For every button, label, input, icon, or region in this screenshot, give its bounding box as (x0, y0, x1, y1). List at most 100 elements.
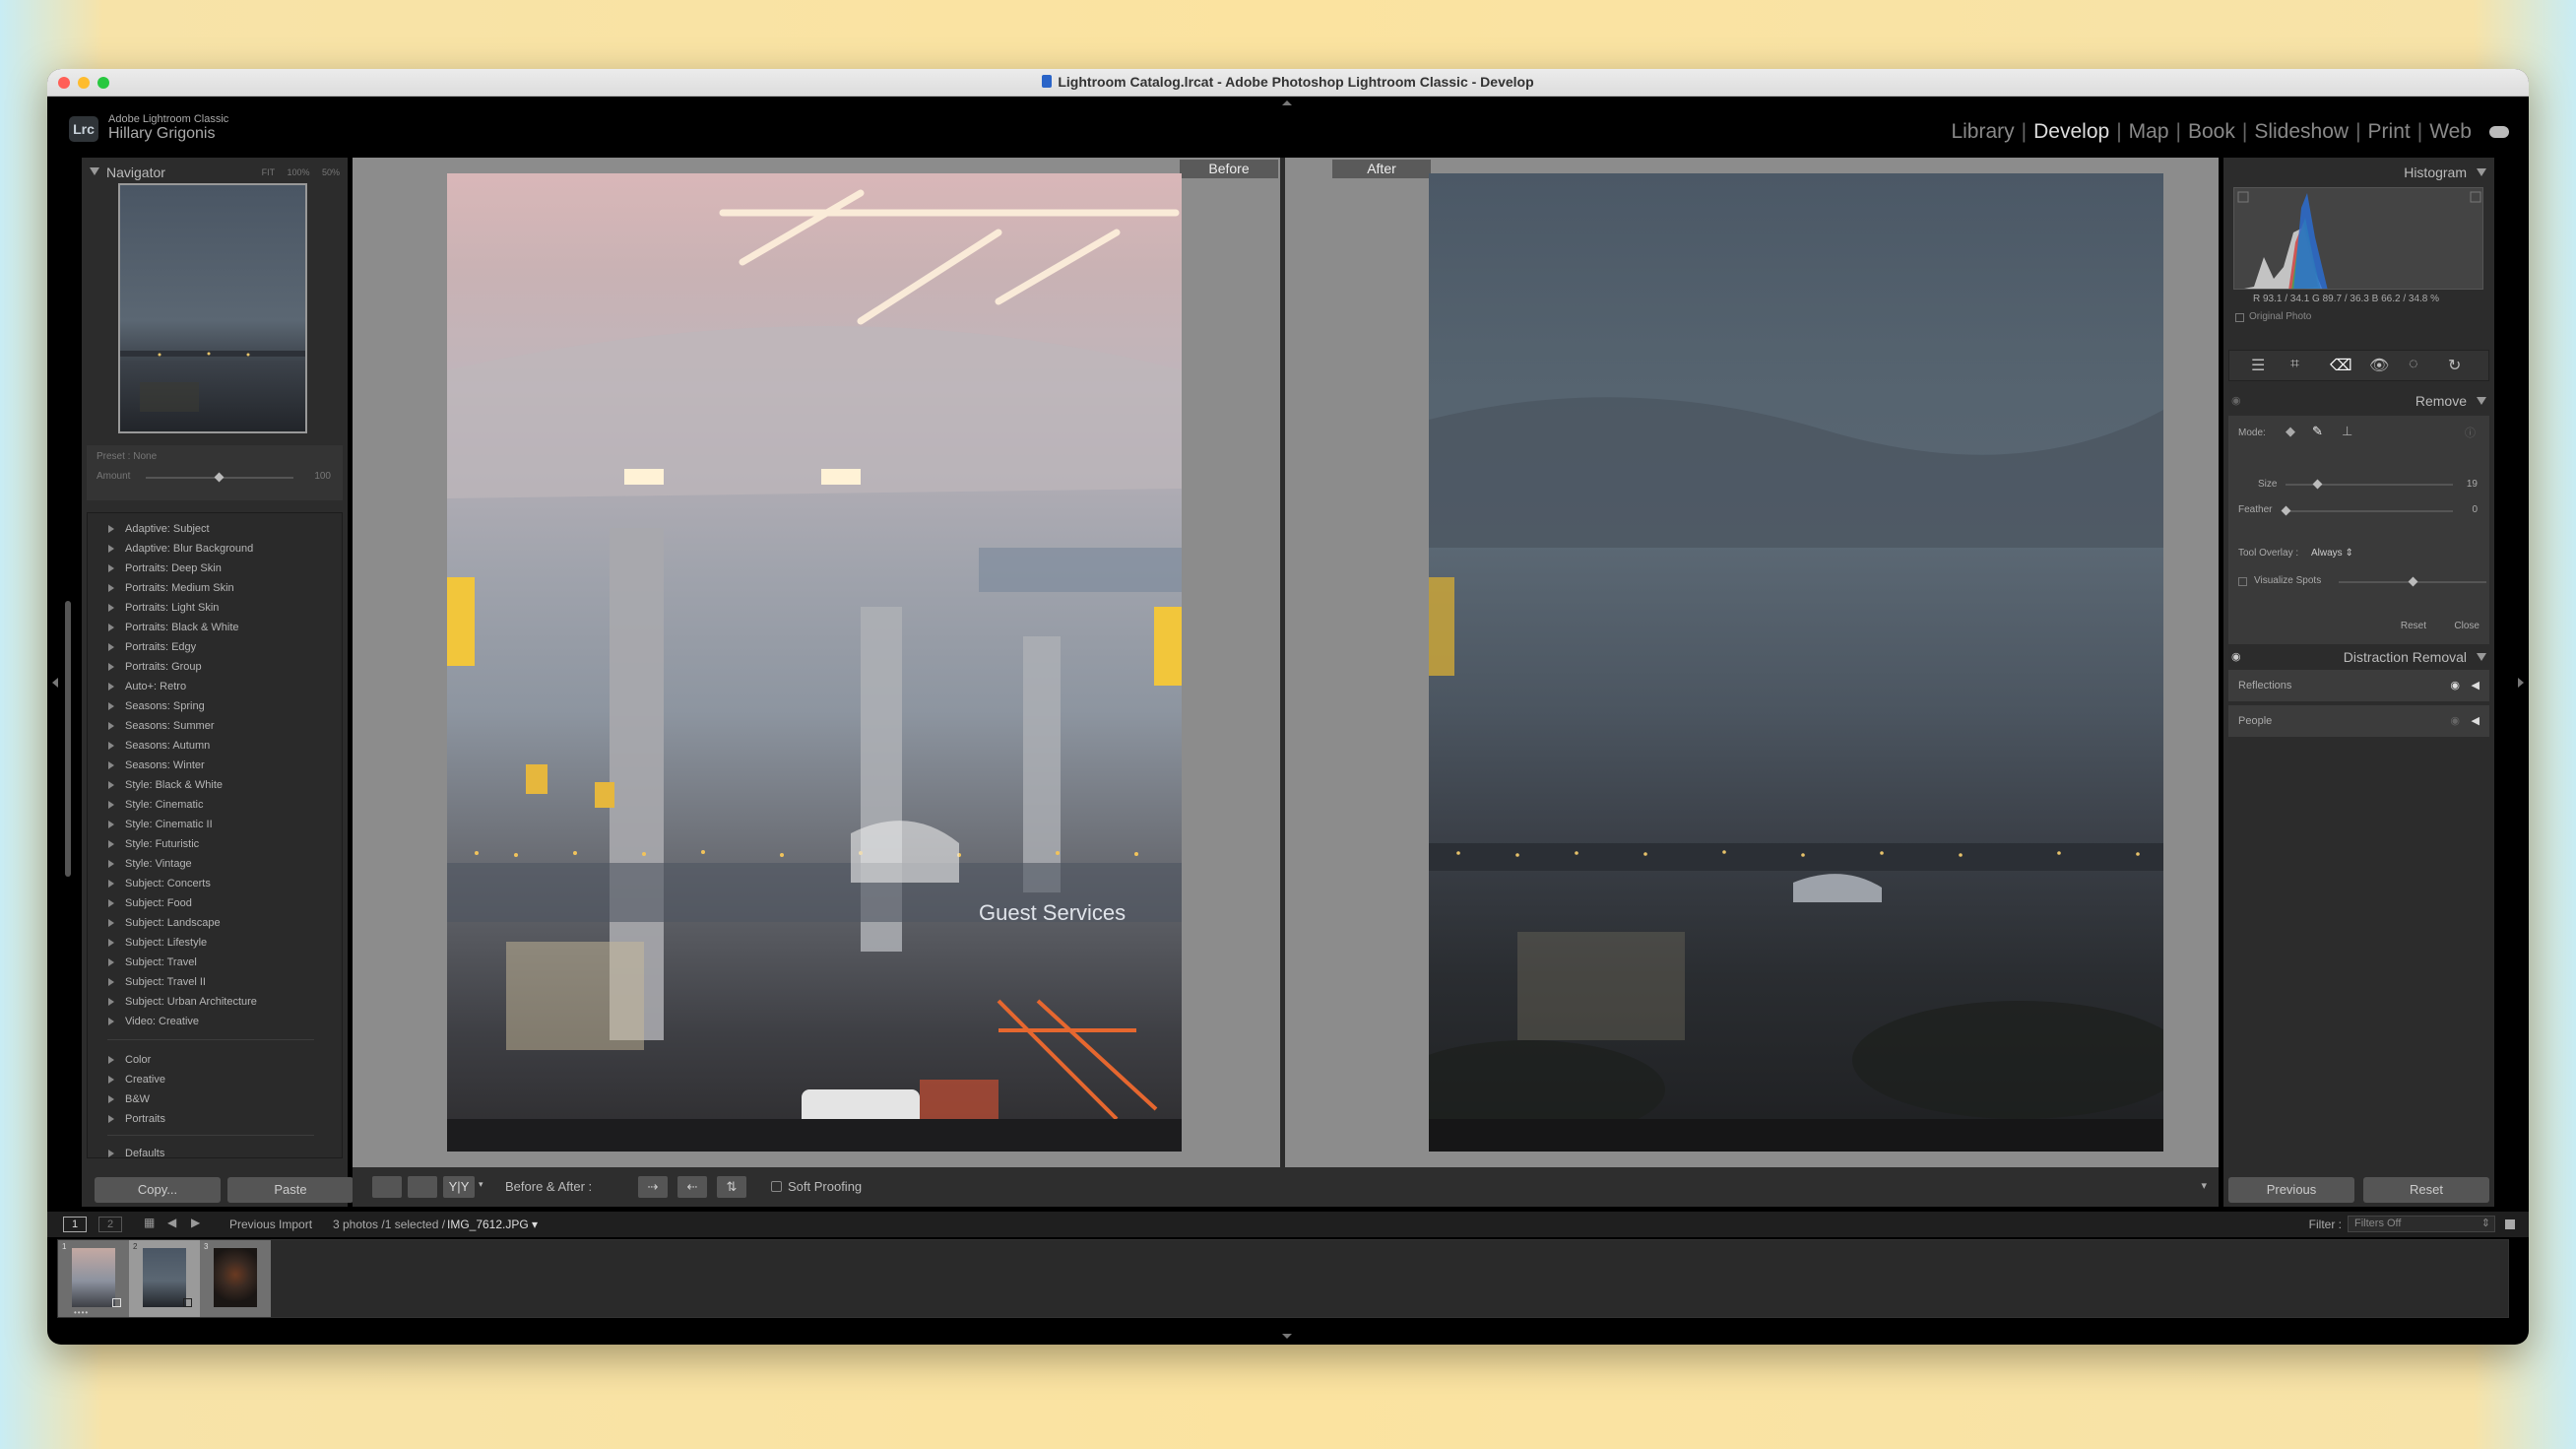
preset-item[interactable]: Style: Cinematic (88, 795, 342, 815)
preset-item[interactable]: Portraits: Deep Skin (88, 559, 342, 578)
toolbar-menu-icon[interactable]: ▾ (2201, 1179, 2207, 1192)
people-row[interactable]: People◉◀ (2228, 705, 2489, 737)
filter-select[interactable]: Filters Off⇕ (2348, 1216, 2495, 1232)
preset-item[interactable]: Portraits: Group (88, 657, 342, 677)
help-icon[interactable]: ⓘ (2465, 425, 2476, 440)
preset-item[interactable]: Style: Black & White (88, 775, 342, 795)
size-slider[interactable] (2286, 484, 2453, 486)
zoom-100[interactable]: 100% (287, 167, 309, 177)
preset-item[interactable]: Subject: Travel (88, 953, 342, 972)
size-slider-knob[interactable] (2313, 480, 2323, 490)
module-develop[interactable]: Develop (2033, 120, 2109, 143)
preset-item[interactable]: Subject: Food (88, 893, 342, 913)
tool-overlay-select[interactable]: Always ⇕ (2311, 548, 2353, 559)
previous-button[interactable]: Previous (2228, 1177, 2354, 1203)
distraction-removal-header[interactable]: ◉Distraction Removal (2223, 646, 2494, 668)
visualize-spots-checkbox[interactable] (2238, 577, 2247, 586)
paste-button[interactable]: Paste (227, 1177, 354, 1203)
preset-item[interactable]: Style: Vintage (88, 854, 342, 874)
after-photo[interactable] (1429, 173, 2163, 1152)
remove-header[interactable]: ◉Remove (2223, 390, 2494, 412)
copy-before-to-after-button[interactable]: ⇢ (638, 1176, 668, 1198)
view-mode-selector[interactable]: Y|Y (443, 1176, 475, 1198)
module-slideshow[interactable]: Slideshow (2254, 120, 2349, 143)
copy-after-to-before-button[interactable]: ⇠ (677, 1176, 707, 1198)
remove-eraser-icon[interactable]: ⌫ (2330, 356, 2352, 375)
preset-item[interactable]: Adaptive: Blur Background (88, 539, 342, 559)
crop-icon[interactable]: ⌗ (2290, 356, 2299, 373)
module-library[interactable]: Library (1951, 120, 2014, 143)
view-mode-dropdown-icon[interactable]: ▾ (479, 1179, 483, 1190)
cloud-sync-icon[interactable] (2489, 126, 2509, 138)
preset-group-item[interactable]: Creative (88, 1070, 342, 1089)
preset-group-defaults[interactable]: Defaults (88, 1144, 342, 1158)
grid-view-icon[interactable]: ▦ (144, 1216, 155, 1229)
forward-arrow-icon[interactable]: ▶ (191, 1216, 200, 1229)
preset-item[interactable]: Seasons: Summer (88, 716, 342, 736)
filmstrip-thumb-1[interactable]: 1 •••• (58, 1240, 129, 1317)
preset-item[interactable]: Subject: Lifestyle (88, 933, 342, 953)
filmstrip-toggle-icon[interactable] (1282, 1334, 1292, 1339)
preset-group-item[interactable]: Portraits (88, 1109, 342, 1129)
reflections-eye-icon[interactable]: ◉ (2450, 670, 2460, 701)
filmstrip-thumb-3[interactable]: 3 (200, 1240, 271, 1317)
preset-item[interactable]: Portraits: Light Skin (88, 598, 342, 618)
amount-slider-knob[interactable] (215, 473, 225, 483)
reset-rotate-icon[interactable]: ↻ (2448, 356, 2461, 375)
before-after-view-button[interactable] (408, 1176, 437, 1198)
histogram-header[interactable]: Histogram (2223, 162, 2494, 183)
people-eye-icon[interactable]: ◉ (2450, 705, 2460, 737)
masking-icon[interactable]: ◌ (2409, 356, 2418, 373)
people-expand-icon[interactable]: ◀ (2472, 705, 2479, 737)
right-panel-toggle-icon[interactable] (2518, 678, 2524, 688)
content-aware-mode-icon[interactable]: ◆ (2286, 424, 2295, 439)
preset-item[interactable]: Auto+: Retro (88, 677, 342, 696)
swap-before-after-button[interactable]: ⇅ (717, 1176, 746, 1198)
original-photo-checkbox[interactable] (2235, 313, 2244, 322)
eye-toggle-icon[interactable]: ◉ (2231, 646, 2241, 668)
module-book[interactable]: Book (2188, 120, 2235, 143)
preset-item[interactable]: Style: Cinematic II (88, 815, 342, 834)
module-map[interactable]: Map (2129, 120, 2169, 143)
preset-item[interactable]: Seasons: Autumn (88, 736, 342, 756)
preset-item[interactable]: Seasons: Winter (88, 756, 342, 775)
edit-sliders-icon[interactable]: ☰ (2251, 356, 2265, 375)
preset-item[interactable]: Style: Futuristic (88, 834, 342, 854)
remove-close-button[interactable]: Close (2454, 621, 2479, 631)
eye-toggle-icon[interactable]: ◉ (2231, 390, 2241, 412)
visualize-spots-knob[interactable] (2409, 577, 2418, 587)
left-panel-scrollbar[interactable] (65, 601, 71, 877)
filmstrip-thumb-2[interactable]: 2 (129, 1240, 200, 1317)
preset-item[interactable]: Subject: Urban Architecture (88, 992, 342, 1012)
remove-reset-button[interactable]: Reset (2401, 621, 2426, 631)
window-2-button[interactable]: 2 (98, 1217, 122, 1232)
zoom-fit[interactable]: FIT (262, 167, 275, 177)
window-1-button[interactable]: 1 (63, 1217, 87, 1232)
loupe-view-button[interactable] (372, 1176, 402, 1198)
top-panel-toggle-icon[interactable] (1282, 100, 1292, 105)
left-panel-toggle-icon[interactable] (52, 678, 58, 688)
preset-item[interactable]: Adaptive: Subject (88, 519, 342, 539)
preset-item[interactable]: Portraits: Edgy (88, 637, 342, 657)
module-print[interactable]: Print (2368, 120, 2411, 143)
source-label[interactable]: Previous Import (229, 1218, 312, 1231)
preset-group-item[interactable]: B&W (88, 1089, 342, 1109)
feather-slider[interactable] (2286, 510, 2453, 512)
clone-mode-icon[interactable]: ⊥ (2342, 424, 2352, 439)
copy-button[interactable]: Copy... (95, 1177, 221, 1203)
module-web[interactable]: Web (2429, 120, 2472, 143)
reset-button[interactable]: Reset (2363, 1177, 2489, 1203)
preset-item[interactable]: Video: Creative (88, 1012, 342, 1031)
preset-group-item[interactable]: Color (88, 1050, 342, 1070)
navigator-header[interactable]: Navigator FIT 100% 50% (82, 162, 348, 183)
feather-slider-knob[interactable] (2282, 506, 2291, 516)
before-photo[interactable]: Guest Services (447, 173, 1182, 1152)
heal-mode-icon[interactable]: ✎ (2312, 424, 2323, 439)
navigator-preview[interactable] (118, 183, 307, 433)
soft-proofing-checkbox[interactable] (771, 1181, 782, 1192)
filter-lock-icon[interactable] (2505, 1219, 2515, 1229)
preset-item[interactable]: Subject: Travel II (88, 972, 342, 992)
preset-item[interactable]: Seasons: Spring (88, 696, 342, 716)
preset-item[interactable]: Subject: Landscape (88, 913, 342, 933)
zoom-50[interactable]: 50% (322, 167, 340, 177)
